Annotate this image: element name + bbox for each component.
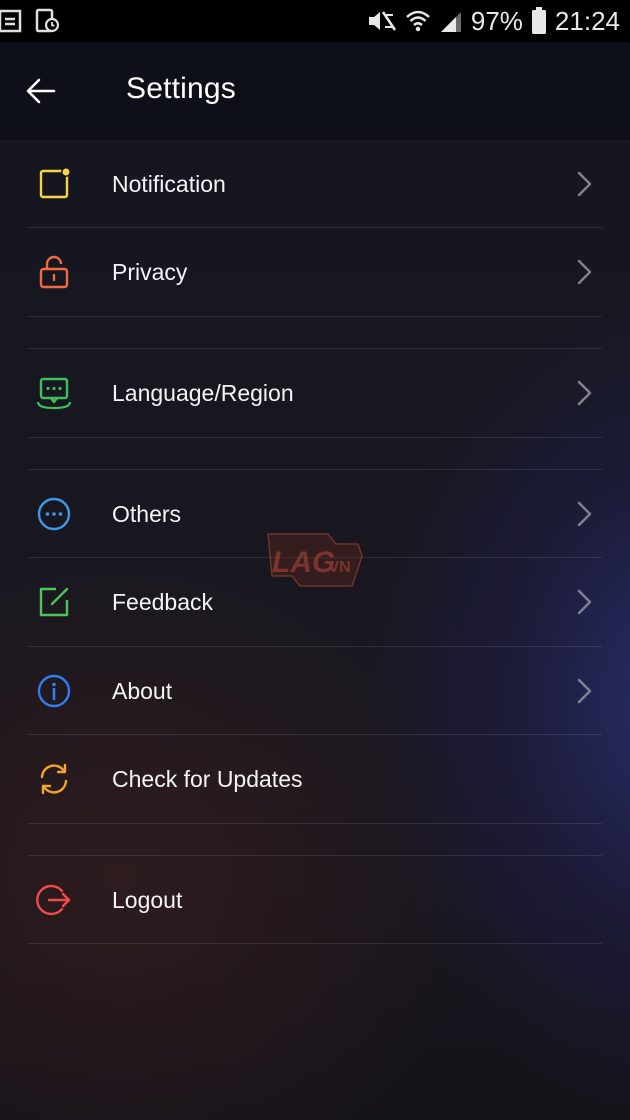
chevron-right-icon <box>577 259 592 285</box>
menu-item-label: Others <box>112 501 182 527</box>
battery-percentage: 97% <box>470 5 523 36</box>
menu-item-language-region[interactable]: Language/Region <box>28 349 602 437</box>
unlock-icon <box>39 255 69 289</box>
more-circle-icon <box>37 497 71 531</box>
signal-icon <box>440 12 461 32</box>
refresh-icon <box>40 763 68 795</box>
divider <box>28 437 602 438</box>
menu-item-label: Privacy <box>112 259 188 285</box>
logout-icon <box>36 884 71 916</box>
menu-item-label: Feedback <box>112 589 214 615</box>
menu-item-label: Check for Updates <box>112 766 303 792</box>
chevron-right-icon <box>577 678 592 704</box>
status-right-icons: 97% 21:24 <box>365 4 620 38</box>
arrow-left-icon <box>26 78 56 104</box>
edit-square-icon <box>39 587 69 617</box>
chevron-right-icon <box>577 501 592 527</box>
info-circle-icon <box>37 674 71 708</box>
menu-item-label: Language/Region <box>112 380 294 406</box>
screenshot-icon <box>35 8 60 33</box>
menu-item-about[interactable]: About <box>28 647 602 735</box>
menu-item-label: About <box>112 678 173 704</box>
menu-item-logout[interactable]: Logout <box>28 856 602 944</box>
mute-icon <box>368 11 396 31</box>
chevron-right-icon <box>577 171 592 197</box>
chat-bubble-icon <box>36 377 72 410</box>
sim-icon <box>0 9 22 33</box>
notification-square-icon <box>39 167 71 199</box>
menu-item-label: Logout <box>112 887 183 913</box>
wifi-icon <box>406 10 430 32</box>
menu-item-label: Notification <box>112 171 226 197</box>
menu-item-notification[interactable]: Notification <box>28 140 602 228</box>
page-title: Settings <box>126 72 236 105</box>
menu-item-check-for-updates[interactable]: Check for Updates <box>28 735 602 823</box>
status-left-icons <box>0 8 60 34</box>
settings-screen: 97% 21:24 Settings Notification Privacy … <box>0 0 630 1120</box>
status-bar: 97% 21:24 <box>0 0 630 42</box>
chevron-right-icon <box>577 589 592 615</box>
divider <box>28 316 602 317</box>
app-bar: Settings <box>0 42 630 140</box>
chevron-right-icon <box>577 380 592 406</box>
clock: 21:24 <box>554 5 620 36</box>
divider <box>28 823 602 824</box>
lag-vn-watermark-logo: LAG .VN <box>267 533 363 587</box>
watermark-suffix-text: .VN <box>324 559 351 576</box>
menu-item-privacy[interactable]: Privacy <box>28 228 602 316</box>
battery-icon <box>531 7 546 34</box>
divider <box>28 943 602 944</box>
back-button[interactable] <box>18 68 64 114</box>
